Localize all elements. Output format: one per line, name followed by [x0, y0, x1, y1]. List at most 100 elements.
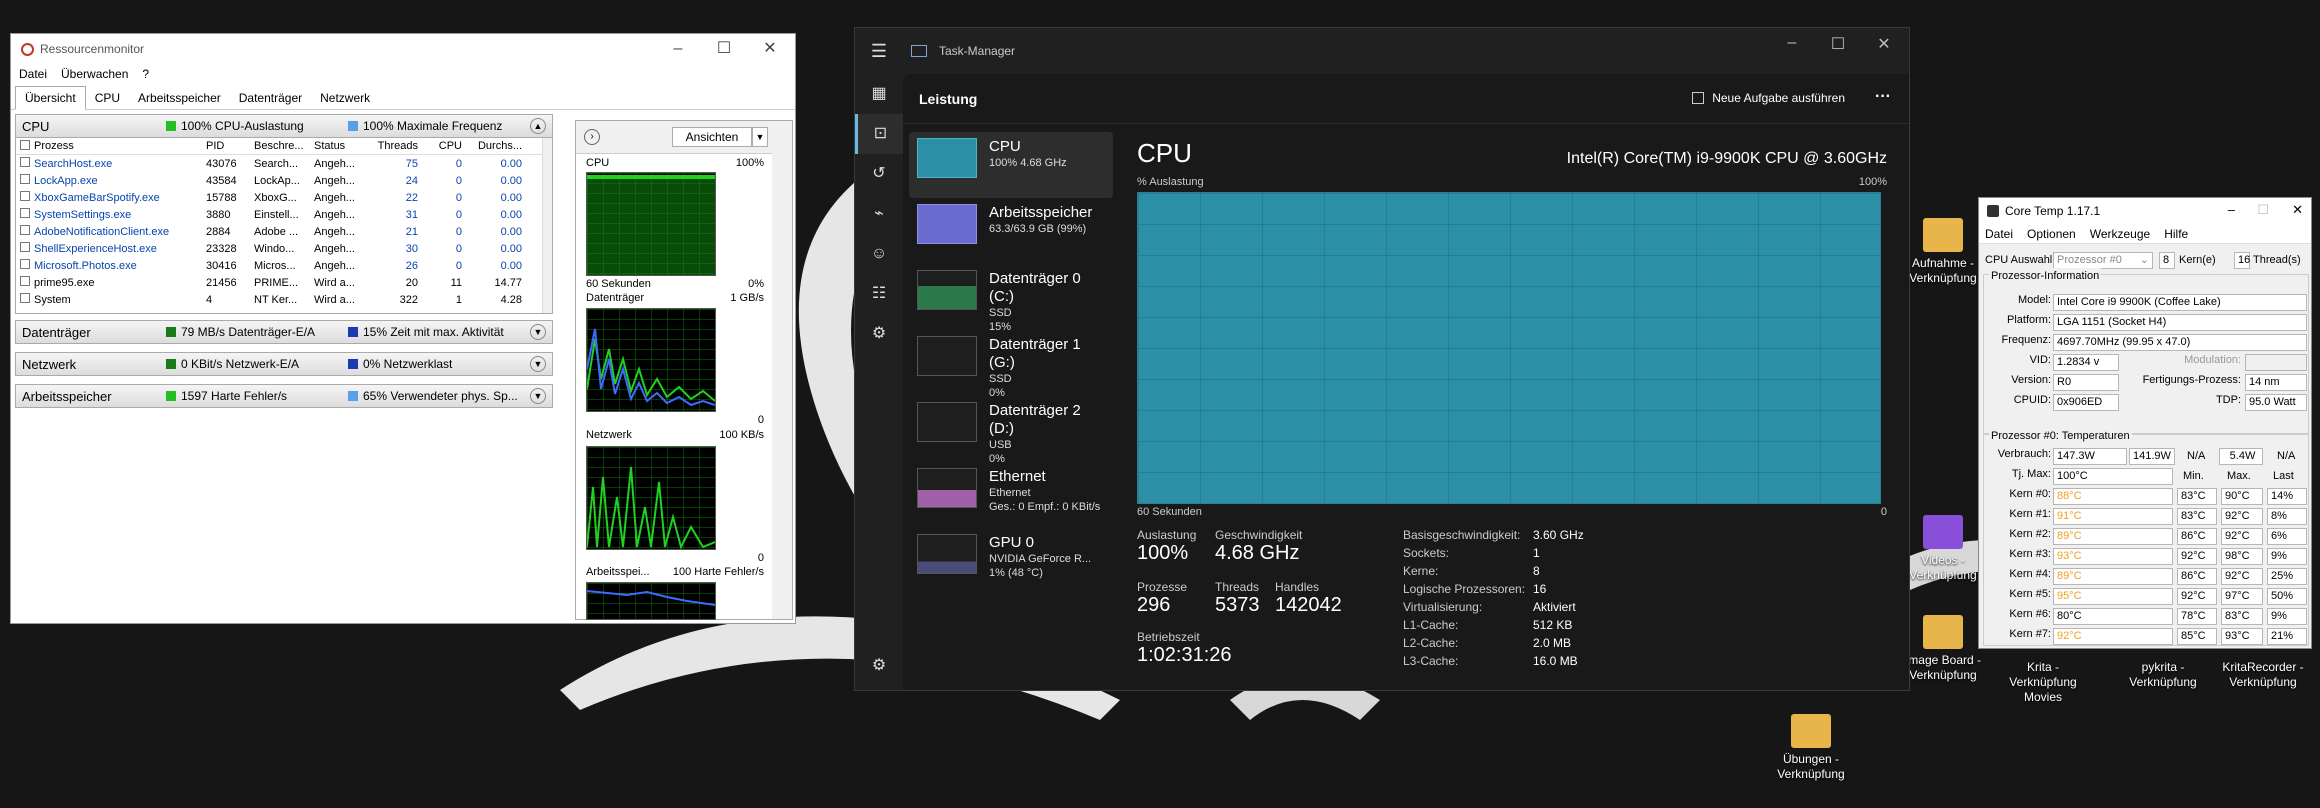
desktop-icon-image-board[interactable]: Image Board - Verknüpfung	[1898, 615, 1988, 683]
performance-icon[interactable]: ⊡	[855, 114, 903, 154]
cpu-usage-swatch	[166, 121, 176, 131]
table-row[interactable]: AdobeNotificationClient.exe 2884 Adobe ...…	[16, 223, 552, 240]
cell-avg-cpu: 4.28	[500, 293, 522, 306]
table-row[interactable]: Microsoft.Photos.exe 30416 Micros... Angeh.…	[16, 257, 552, 274]
menu-werkzeuge[interactable]: Werkzeuge	[2090, 227, 2150, 241]
collapse-chevron-icon[interactable]: ▲	[530, 118, 546, 134]
column-header[interactable]: Prozess	[34, 140, 206, 152]
table-row[interactable]: ShellExperienceHost.exe 23328 Windo... Ange…	[16, 240, 552, 257]
row-checkbox[interactable]	[20, 293, 30, 303]
minimize-button[interactable]: –	[2228, 202, 2235, 217]
tab-cpu[interactable]: CPU	[86, 87, 129, 109]
column-header[interactable]: Threads	[372, 140, 422, 152]
detail-value: 8	[1533, 564, 1540, 578]
expand-chevron-icon[interactable]: ▼	[530, 356, 546, 372]
column-header[interactable]: Durchs...	[466, 140, 526, 152]
column-header[interactable]: Beschre...	[254, 140, 314, 152]
cell-pid: 43076	[206, 157, 237, 170]
section-header-2[interactable]: Arbeitsspeicher 1597 Harte Fehler/s 65% Ve…	[15, 384, 553, 408]
close-button[interactable]: ✕	[2292, 202, 2303, 218]
row-checkbox[interactable]	[20, 259, 30, 269]
settings-gear-icon[interactable]: ⚙	[855, 646, 903, 686]
cell-cpu: 11	[450, 276, 462, 289]
metric-text: 0% Netzwerklast	[363, 357, 453, 371]
maximize-button[interactable]: ☐	[701, 34, 747, 64]
maximize-button[interactable]: ☐	[1815, 34, 1861, 54]
minimize-button[interactable]: –	[1769, 34, 1815, 52]
menu-ueberwachen[interactable]: Überwachen	[61, 67, 128, 81]
menu-optionen[interactable]: Optionen	[2027, 227, 2076, 241]
desktop-icon-pykrita[interactable]: pykrita - Verknüpfung	[2118, 660, 2208, 690]
cell-threads: 20	[405, 276, 418, 289]
desktop-icon-uebungen[interactable]: Übungen - Verknüpfung	[1766, 714, 1856, 782]
section-header-0[interactable]: Datenträger 79 MB/s Datenträger-E/A 15% Ze…	[15, 320, 553, 344]
desktop-icon-kritarecorder[interactable]: KritaRecorder - Verknüpfung	[2218, 660, 2308, 690]
hamburger-menu-icon[interactable]: ☰	[855, 41, 903, 62]
row-checkbox[interactable]	[20, 225, 30, 235]
cpu-select-value: Prozessor #0	[2057, 254, 2122, 266]
processes-icon[interactable]: ▦	[855, 74, 903, 114]
table-row[interactable]: LockApp.exe 43584 LockAp... Angeh... 24 0 0.00	[16, 172, 552, 189]
stat-label: Handles	[1275, 580, 1320, 594]
expand-chevron-icon[interactable]: ▼	[530, 388, 546, 404]
details-icon[interactable]: ☷	[855, 274, 903, 314]
resource-item[interactable]: Datenträger 1 (G:) SSD 0%	[909, 330, 1113, 399]
row-checkbox[interactable]	[20, 157, 30, 167]
graph-panel: › Ansichten ▼ CPU 100% 60 Sekunden 0% Da…	[575, 120, 793, 620]
close-button[interactable]: ✕	[747, 34, 793, 64]
resource-item[interactable]: Datenträger 0 (C:) SSD 15%	[909, 264, 1113, 333]
resource-item[interactable]: GPU 0 NVIDIA GeForce R... 1% (48 °C)	[909, 528, 1113, 594]
cpu-section-header[interactable]: CPU 100% CPU-Auslastung 100% Maximale Fr…	[15, 114, 553, 138]
views-button[interactable]: Ansichten	[672, 127, 752, 147]
desktop-icon-aufnahme[interactable]: Aufnahme - Verknüpfung	[1898, 218, 1988, 286]
row-checkbox[interactable]	[20, 191, 30, 201]
select-all-checkbox[interactable]	[20, 139, 30, 150]
expand-panel-icon[interactable]: ›	[584, 129, 600, 145]
menu-datei[interactable]: Datei	[1985, 227, 2013, 241]
run-new-task-button[interactable]: Neue Aufgabe ausführen	[1692, 91, 1845, 105]
services-icon[interactable]: ⚙	[855, 314, 903, 354]
tab-network[interactable]: Netzwerk	[311, 87, 379, 109]
resource-item[interactable]: Ethernet Ethernet Ges.: 0 Empf.: 0 KBit/s	[909, 462, 1113, 528]
menu-help[interactable]: ?	[142, 67, 149, 81]
maximize-button[interactable]: ☐	[2257, 202, 2269, 218]
tab-memory[interactable]: Arbeitsspeicher	[129, 87, 230, 109]
scrollbar[interactable]	[542, 138, 552, 313]
more-options-icon[interactable]: ···	[1875, 88, 1891, 106]
menu-datei[interactable]: Datei	[19, 67, 47, 81]
metric-swatch	[166, 359, 176, 369]
cell-cpu: 1	[455, 293, 462, 306]
close-button[interactable]: ✕	[1861, 34, 1907, 54]
table-row[interactable]: SearchHost.exe 43076 Search... Angeh... 75 0 0…	[16, 155, 552, 172]
minimize-button[interactable]: –	[655, 34, 701, 64]
tab-disk[interactable]: Datenträger	[230, 87, 311, 109]
table-row[interactable]: prime95.exe 21456 PRIME... Wird a... 20 11 14.…	[16, 274, 552, 291]
views-dropdown-icon[interactable]: ▼	[752, 127, 768, 147]
platform-value: LGA 1151 (Socket H4)	[2053, 314, 2307, 331]
startup-apps-icon[interactable]: ⌁	[855, 194, 903, 234]
users-icon[interactable]: ☺	[855, 234, 903, 274]
resource-item[interactable]: CPU 100% 4.68 GHz	[909, 132, 1113, 198]
column-header[interactable]: CPU	[422, 140, 466, 152]
table-row[interactable]: System 4 NT Ker... Wird a... 322 1 4.28	[16, 291, 552, 308]
column-header[interactable]: Status	[314, 140, 372, 152]
row-checkbox[interactable]	[20, 174, 30, 184]
resource-item[interactable]: Arbeitsspeicher 63.3/63.9 GB (99%)	[909, 198, 1113, 264]
tab-overview[interactable]: Übersicht	[15, 86, 86, 110]
app-history-icon[interactable]: ↺	[855, 154, 903, 194]
table-row[interactable]: SystemSettings.exe 3880 Einstell... Angeh..…	[16, 206, 552, 223]
row-checkbox[interactable]	[20, 242, 30, 252]
desktop-icon-krita-movies[interactable]: Krita - Verknüpfung Movies	[1998, 660, 2088, 705]
column-header[interactable]: PID	[206, 140, 254, 152]
table-row[interactable]: XboxGameBarSpotify.exe 15788 XboxG... Angeh…	[16, 189, 552, 206]
expand-chevron-icon[interactable]: ▼	[530, 324, 546, 340]
resource-item[interactable]: Datenträger 2 (D:) USB 0%	[909, 396, 1113, 465]
core-load: 25%	[2267, 568, 2307, 585]
cpu-select-dropdown[interactable]: Prozessor #0 ⌄	[2053, 252, 2153, 269]
row-checkbox[interactable]	[20, 208, 30, 218]
stat-value: 296	[1137, 594, 1171, 616]
menu-hilfe[interactable]: Hilfe	[2164, 227, 2188, 241]
desktop-icon-videos[interactable]: Videos - Verknüpfung	[1898, 515, 1988, 583]
row-checkbox[interactable]	[20, 276, 30, 286]
section-header-1[interactable]: Netzwerk 0 KBit/s Netzwerk-E/A 0% Netzwerk…	[15, 352, 553, 376]
